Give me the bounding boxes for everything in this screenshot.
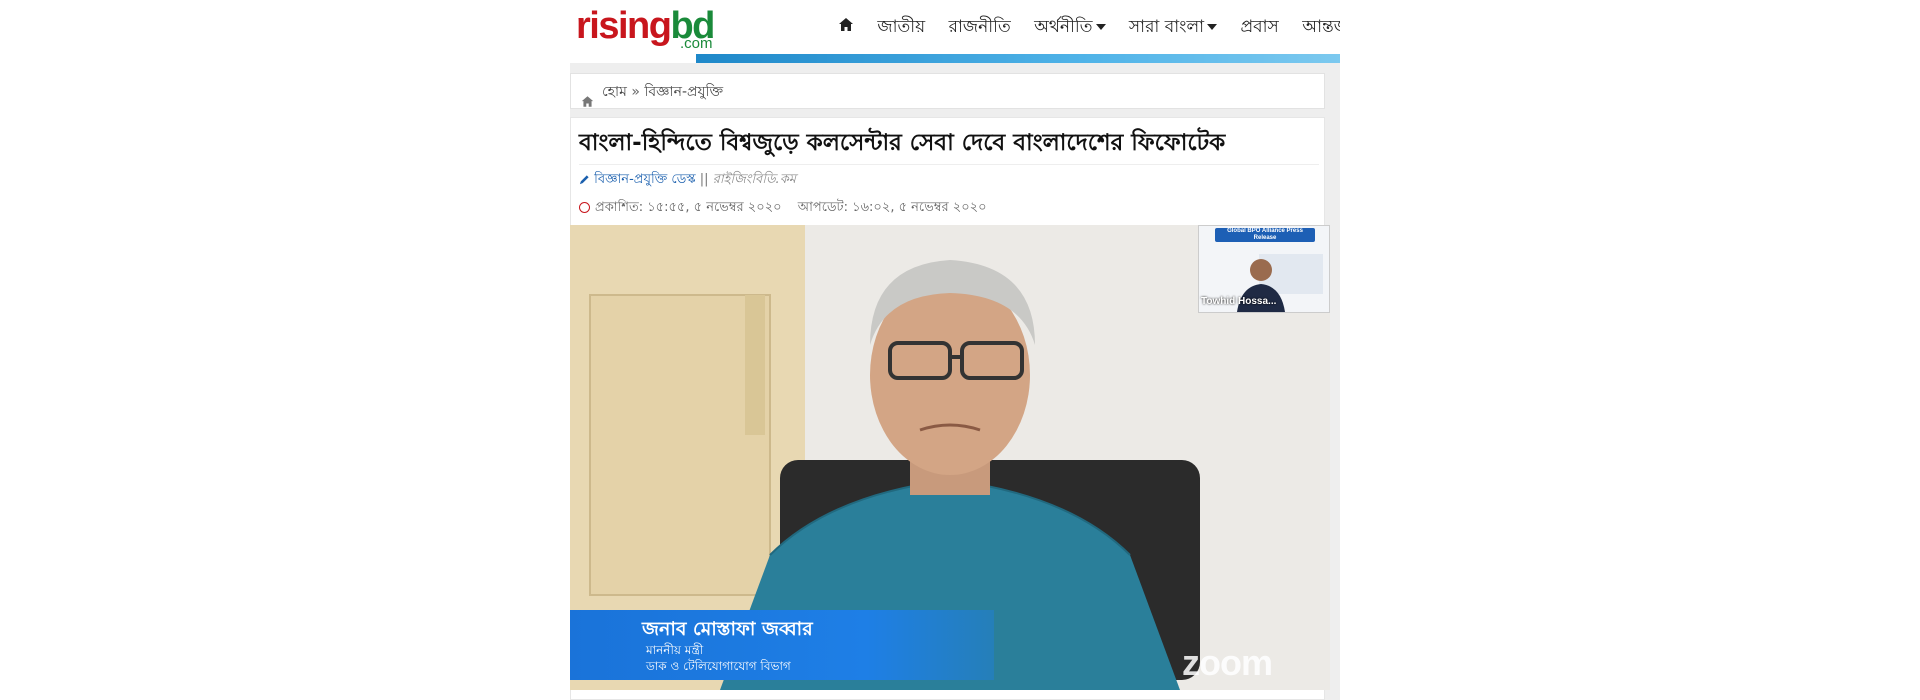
published-time: প্রকাশিত: ১৫:৫৫, ৫ নভেম্বর ২০২০ — [595, 200, 782, 215]
participant-banner: Global BPO Alliance Press Release — [1215, 228, 1315, 242]
site-header: risingbd .com জাতীয় রাজনীতি অর্থনীতি সা… — [570, 0, 1340, 63]
article-timestamps: প্রকাশিত: ১৫:৫৫, ৫ নভেম্বর ২০২০ আপডেট: ১… — [579, 198, 987, 218]
caption-speaker-title: মাননীয় মন্ত্রী — [646, 643, 704, 657]
home-icon[interactable] — [581, 86, 594, 107]
breadcrumb-section-link[interactable]: বিজ্ঞান-প্রযুক্তি — [644, 84, 723, 100]
main-nav: জাতীয় রাজনীতি অর্থনীতি সারা বাংলা প্রবা… — [838, 14, 1340, 40]
breadcrumb-separator: » — [631, 84, 640, 100]
nav-item-national[interactable]: জাতীয় — [877, 14, 925, 40]
breadcrumb: হোম » বিজ্ঞান-প্রযুক্তি — [570, 73, 1325, 109]
caption-speaker-name: জনাব মোস্তাফা জব্বার — [642, 618, 813, 640]
site-logo[interactable]: risingbd .com — [576, 6, 726, 52]
author-desk-link[interactable]: বিজ্ঞান-প্রযুক্তি ডেস্ক — [594, 172, 696, 187]
chevron-down-icon — [1095, 24, 1106, 30]
breadcrumb-home-link[interactable]: হোম — [602, 84, 627, 100]
pencil-icon — [579, 175, 589, 185]
nav-item-expat[interactable]: প্রবাস — [1240, 14, 1278, 40]
chevron-down-icon — [1207, 24, 1218, 30]
nav-item-country[interactable]: সারা বাংলা — [1129, 14, 1218, 40]
article-video-frame[interactable]: জনাব মোস্তাফা জব্বার মাননীয় মন্ত্রী ডাক… — [570, 225, 1330, 690]
participant-name: Towhid Hossa... — [1201, 296, 1277, 307]
article-byline: বিজ্ঞান-প্রযুক্তি ডেস্ক || রাইজিংবিডি.কম — [579, 170, 796, 190]
caption-speaker-dept: ডাক ও টেলিযোগাযোগ বিভাগ — [646, 659, 791, 673]
nav-accent-bar — [696, 54, 1340, 63]
nav-item-politics[interactable]: রাজনীতি — [949, 14, 1011, 40]
participant-thumbnail: Global BPO Alliance Press Release Towhid… — [1198, 225, 1330, 313]
zoom-watermark: zoom — [1182, 642, 1273, 683]
nav-item-international[interactable]: আন্তর্জাতিক — [1302, 14, 1340, 40]
byline-site: রাইজিংবিডি.কম — [712, 172, 797, 187]
nav-item-economy[interactable]: অর্থনীতি — [1034, 14, 1106, 40]
logo-domain: .com — [680, 35, 713, 52]
home-icon[interactable] — [838, 14, 854, 40]
byline-separator: || — [699, 172, 709, 187]
article-headline: বাংলা-হিন্দিতে বিশ্বজুড়ে কলসেন্টার সেবা… — [579, 124, 1319, 165]
page: risingbd .com জাতীয় রাজনীতি অর্থনীতি সা… — [570, 0, 1340, 700]
clock-icon — [579, 202, 590, 213]
updated-time: আপডেট: ১৬:০২, ৫ নভেম্বর ২০২০ — [797, 200, 987, 215]
